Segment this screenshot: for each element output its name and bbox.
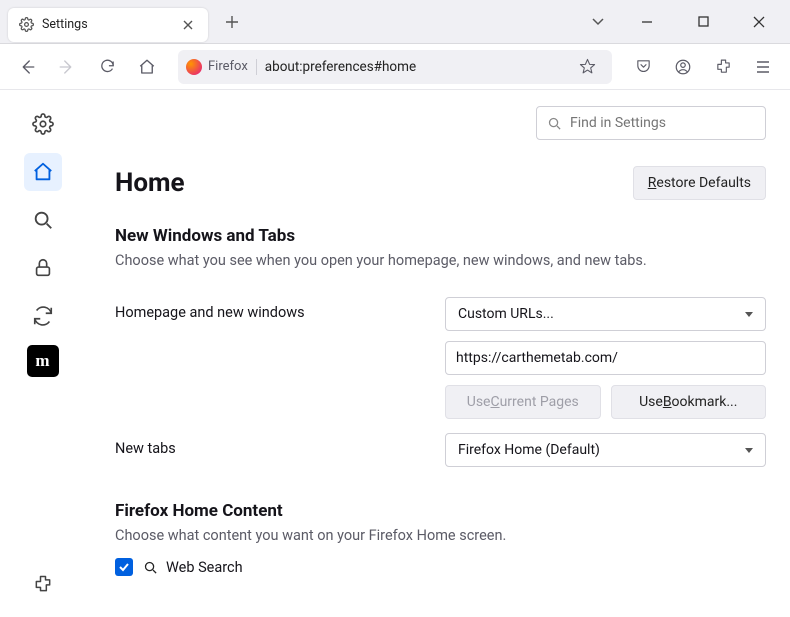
- url-address: about:preferences#home: [265, 59, 562, 75]
- newtabs-label: New tabs: [115, 433, 445, 457]
- sidebar-item-privacy[interactable]: [24, 249, 62, 287]
- homepage-url-input[interactable]: [445, 341, 766, 375]
- restore-defaults-button[interactable]: Restore Defaults: [633, 166, 766, 200]
- gear-icon: [18, 17, 34, 33]
- app-menu-button[interactable]: [746, 50, 780, 84]
- bookmark-star-icon[interactable]: [570, 50, 604, 84]
- url-bar[interactable]: Firefox about:preferences#home: [178, 50, 612, 84]
- window-close-button[interactable]: [736, 6, 782, 38]
- forward-button[interactable]: [50, 50, 84, 84]
- section-windows-tabs-title: New Windows and Tabs: [115, 226, 766, 246]
- firefox-logo-icon: [186, 59, 202, 75]
- search-icon: [547, 116, 562, 131]
- settings-search-input[interactable]: [570, 115, 755, 131]
- settings-sidebar: m: [0, 90, 85, 617]
- new-tab-button[interactable]: [216, 6, 248, 38]
- window-maximize-button[interactable]: [680, 6, 726, 38]
- search-icon: [143, 560, 158, 575]
- content-area: m Home Restore Defaults New Windows and …: [0, 90, 790, 617]
- sidebar-item-extensions[interactable]: [24, 565, 62, 603]
- home-button[interactable]: [130, 50, 164, 84]
- page-title: Home: [115, 168, 185, 198]
- tab-bar: Settings: [0, 0, 790, 44]
- sidebar-item-home[interactable]: [24, 153, 62, 191]
- homepage-label: Homepage and new windows: [115, 297, 445, 321]
- navigation-toolbar: Firefox about:preferences#home: [0, 44, 790, 90]
- settings-search[interactable]: [536, 106, 766, 140]
- window-minimize-button[interactable]: [624, 6, 670, 38]
- section-windows-tabs-desc: Choose what you see when you open your h…: [115, 252, 766, 269]
- close-icon[interactable]: [178, 15, 198, 35]
- tab-label: Settings: [42, 17, 170, 32]
- extensions-button[interactable]: [706, 50, 740, 84]
- pocket-button[interactable]: [626, 50, 660, 84]
- newtabs-select[interactable]: Firefox Home (Default): [445, 433, 766, 467]
- use-bookmark-button[interactable]: Use Bookmark...: [611, 385, 767, 419]
- sidebar-item-mozilla[interactable]: m: [27, 345, 59, 377]
- tab-overflow-button[interactable]: [582, 12, 614, 32]
- reload-button[interactable]: [90, 50, 124, 84]
- back-button[interactable]: [10, 50, 44, 84]
- web-search-label: Web Search: [143, 559, 243, 576]
- sidebar-item-general[interactable]: [24, 105, 62, 143]
- web-search-checkbox[interactable]: [115, 558, 133, 576]
- account-button[interactable]: [666, 50, 700, 84]
- sidebar-item-sync[interactable]: [24, 297, 62, 335]
- tab-settings[interactable]: Settings: [8, 8, 208, 42]
- use-current-pages-button: Use Current Pages: [445, 385, 601, 419]
- settings-panel: Home Restore Defaults New Windows and Ta…: [85, 90, 790, 617]
- section-home-content-desc: Choose what content you want on your Fir…: [115, 527, 766, 544]
- url-identity-text: Firefox: [208, 59, 248, 74]
- homepage-select[interactable]: Custom URLs...: [445, 297, 766, 331]
- url-identity[interactable]: Firefox: [186, 59, 257, 75]
- sidebar-item-search[interactable]: [24, 201, 62, 239]
- section-home-content-title: Firefox Home Content: [115, 501, 766, 521]
